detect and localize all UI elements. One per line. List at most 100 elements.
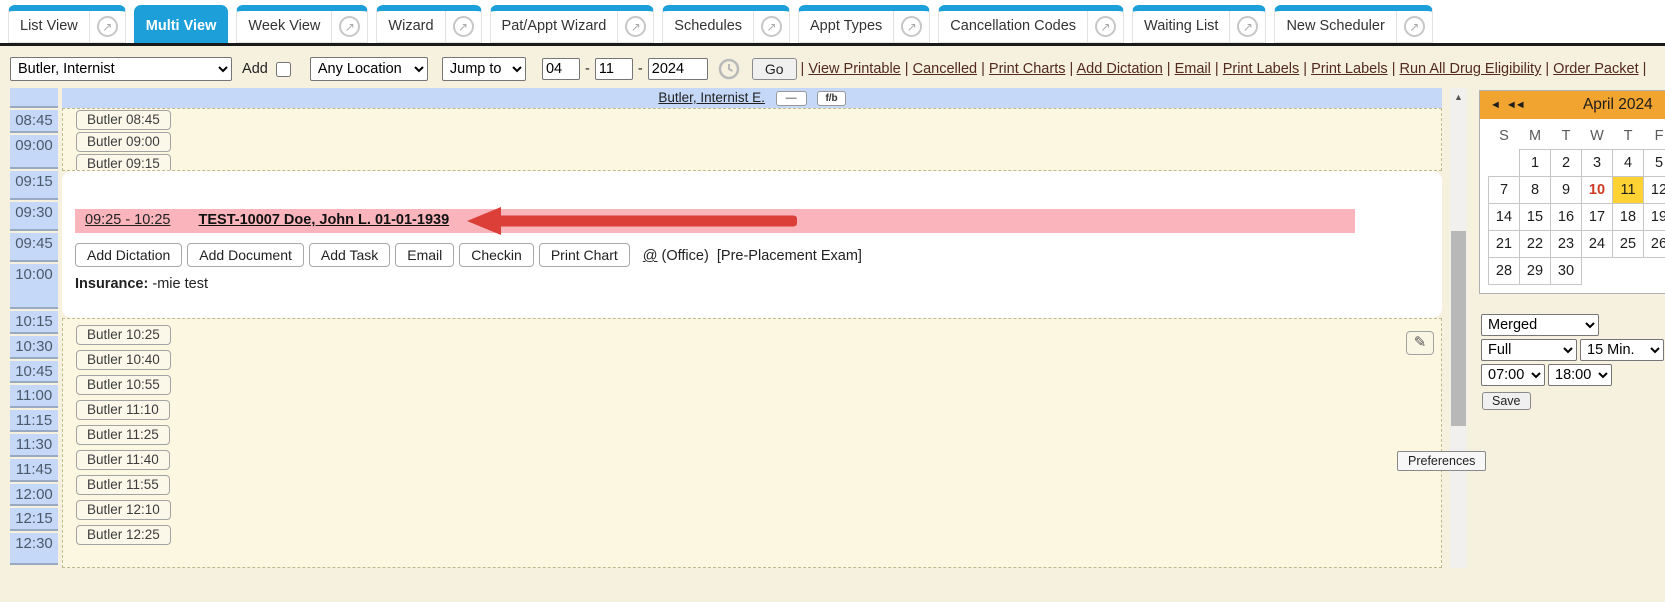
external-link-icon[interactable]: ↗	[445, 11, 481, 42]
external-link-icon[interactable]: ↗	[89, 11, 125, 42]
slot-button-butler-11-55[interactable]: Butler 11:55	[76, 475, 170, 495]
email-button[interactable]: Email	[395, 243, 454, 267]
external-link-icon[interactable]: ↗	[753, 11, 789, 42]
provider-column-link[interactable]: Butler, Internist E.	[658, 90, 765, 105]
calendar-day-11[interactable]: 11	[1613, 176, 1644, 203]
edit-slots-button[interactable]: ✎	[1406, 331, 1434, 355]
add-dictation-button[interactable]: Add Dictation	[75, 243, 182, 267]
appointment-patient-link[interactable]: TEST-10007 Doe, John L. 01-01-1939	[199, 212, 450, 228]
tab-wizard[interactable]: Wizard↗	[376, 5, 481, 43]
add-document-button[interactable]: Add Document	[187, 243, 304, 267]
external-link-icon[interactable]: ↗	[331, 11, 367, 42]
appointment-time-link[interactable]: 09:25 - 10:25	[85, 212, 170, 228]
calendar-day-3[interactable]: 3	[1582, 149, 1613, 176]
date-day-input[interactable]	[595, 58, 633, 80]
external-link-icon[interactable]: ↗	[1229, 11, 1265, 42]
calendar-day-7[interactable]: 7	[1489, 176, 1520, 203]
calendar-day-2[interactable]: 2	[1551, 149, 1582, 176]
calendar-day-5[interactable]: 5	[1644, 149, 1665, 176]
minimize-column-button[interactable]: —	[776, 91, 807, 106]
slot-button-butler-11-40[interactable]: Butler 11:40	[76, 450, 170, 470]
external-link-icon[interactable]: ↗	[1396, 11, 1432, 42]
merged-select[interactable]: Merged	[1481, 314, 1599, 336]
jump-to-select[interactable]: Jump to	[442, 57, 526, 81]
scrollbar-thumb[interactable]	[1451, 231, 1466, 426]
tab-cancellation-codes[interactable]: Cancellation Codes↗	[938, 5, 1124, 43]
calendar-day-18[interactable]: 18	[1613, 203, 1644, 230]
scroll-up-icon[interactable]: ▲	[1450, 88, 1467, 105]
slot-button-butler-09-15[interactable]: Butler 09:15	[76, 154, 171, 171]
external-link-icon[interactable]: ↗	[893, 11, 929, 42]
interval-select[interactable]: 15 Min.	[1580, 339, 1664, 361]
toolbar-link-print-labels[interactable]: Print Labels	[1311, 61, 1388, 77]
calendar-day-29[interactable]: 29	[1520, 257, 1551, 284]
slot-button-butler-11-10[interactable]: Butler 11:10	[76, 400, 170, 420]
toolbar-link-print-charts[interactable]: Print Charts	[989, 61, 1066, 77]
save-button[interactable]: Save	[1482, 392, 1531, 410]
clock-icon[interactable]	[718, 58, 740, 80]
calendar-day-26[interactable]: 26	[1644, 230, 1665, 257]
end-time-select[interactable]: 18:00	[1548, 364, 1612, 386]
fb-button[interactable]: f/b	[817, 91, 845, 106]
external-link-icon[interactable]: ↗	[617, 11, 653, 42]
calendar-day-16[interactable]: 16	[1551, 203, 1582, 230]
add-task-button[interactable]: Add Task	[309, 243, 390, 267]
calendar-day-19[interactable]: 19	[1644, 203, 1665, 230]
calendar-day-30[interactable]: 30	[1551, 257, 1582, 284]
tab-new-scheduler[interactable]: New Scheduler↗	[1274, 5, 1432, 43]
date-month-input[interactable]	[542, 58, 580, 80]
scrollbar[interactable]: ▲	[1450, 88, 1467, 568]
calendar-day-23[interactable]: 23	[1551, 230, 1582, 257]
external-link-icon[interactable]: ↗	[1087, 11, 1123, 42]
toolbar-link-run-all-drug-eligibility[interactable]: Run All Drug Eligibility	[1400, 61, 1542, 77]
slot-button-butler-09-00[interactable]: Butler 09:00	[76, 132, 171, 152]
calendar-day-28[interactable]: 28	[1489, 257, 1520, 284]
calendar-day-9[interactable]: 9	[1551, 176, 1582, 203]
calendar-day-4[interactable]: 4	[1613, 149, 1644, 176]
preferences-button[interactable]: Preferences	[1397, 451, 1486, 471]
slot-button-butler-10-40[interactable]: Butler 10:40	[76, 350, 171, 370]
calendar-prev-fast-icon[interactable]: ◄◄	[1506, 99, 1524, 111]
slot-button-butler-08-45[interactable]: Butler 08:45	[76, 110, 171, 130]
calendar-day-14[interactable]: 14	[1489, 203, 1520, 230]
calendar-day-21[interactable]: 21	[1489, 230, 1520, 257]
location-select[interactable]: Any Location	[310, 57, 428, 81]
view-mode-select[interactable]: Full	[1481, 339, 1577, 361]
tab-pat-appt-wizard[interactable]: Pat/Appt Wizard↗	[490, 5, 655, 43]
calendar-day-24[interactable]: 24	[1582, 230, 1613, 257]
print-chart-button[interactable]: Print Chart	[539, 243, 630, 267]
toolbar-link-cancelled[interactable]: Cancelled	[913, 61, 978, 77]
toolbar-link-print-labels[interactable]: Print Labels	[1223, 61, 1300, 77]
checkin-button[interactable]: Checkin	[459, 243, 534, 267]
slot-button-butler-12-10[interactable]: Butler 12:10	[76, 500, 171, 520]
calendar-day-22[interactable]: 22	[1520, 230, 1551, 257]
go-button[interactable]: Go	[752, 58, 797, 80]
slot-button-butler-12-25[interactable]: Butler 12:25	[76, 525, 171, 545]
calendar-day-15[interactable]: 15	[1520, 203, 1551, 230]
slot-button-butler-10-55[interactable]: Butler 10:55	[76, 375, 171, 395]
tab-appt-types[interactable]: Appt Types↗	[798, 5, 930, 43]
add-checkbox[interactable]	[276, 62, 291, 77]
calendar-day-12[interactable]: 12	[1644, 176, 1665, 203]
toolbar-link-email[interactable]: Email	[1175, 61, 1211, 77]
tab-multi-view[interactable]: Multi View	[134, 5, 229, 43]
date-year-input[interactable]	[648, 58, 708, 80]
tab-week-view[interactable]: Week View↗	[236, 5, 368, 43]
calendar-day-8[interactable]: 8	[1520, 176, 1551, 203]
toolbar-link-order-packet[interactable]: Order Packet	[1553, 61, 1638, 77]
toolbar-link-add-dictation[interactable]: Add Dictation	[1077, 61, 1163, 77]
calendar-day-1[interactable]: 1	[1520, 149, 1551, 176]
calendar-prev-icon[interactable]: ◄	[1490, 99, 1499, 111]
location-at-link[interactable]: @	[643, 248, 658, 264]
calendar-day-17[interactable]: 17	[1582, 203, 1613, 230]
start-time-select[interactable]: 07:00	[1481, 364, 1545, 386]
calendar-day-25[interactable]: 25	[1613, 230, 1644, 257]
tab-schedules[interactable]: Schedules↗	[662, 5, 790, 43]
tab-list-view[interactable]: List View↗	[8, 5, 126, 43]
provider-select[interactable]: Butler, Internist	[10, 57, 232, 81]
toolbar-link-view-printable[interactable]: View Printable	[808, 61, 900, 77]
slot-button-butler-11-25[interactable]: Butler 11:25	[76, 425, 170, 445]
calendar-day-10[interactable]: 10	[1582, 176, 1613, 203]
tab-waiting-list[interactable]: Waiting List↗	[1132, 5, 1266, 43]
slot-button-butler-10-25[interactable]: Butler 10:25	[76, 325, 171, 345]
